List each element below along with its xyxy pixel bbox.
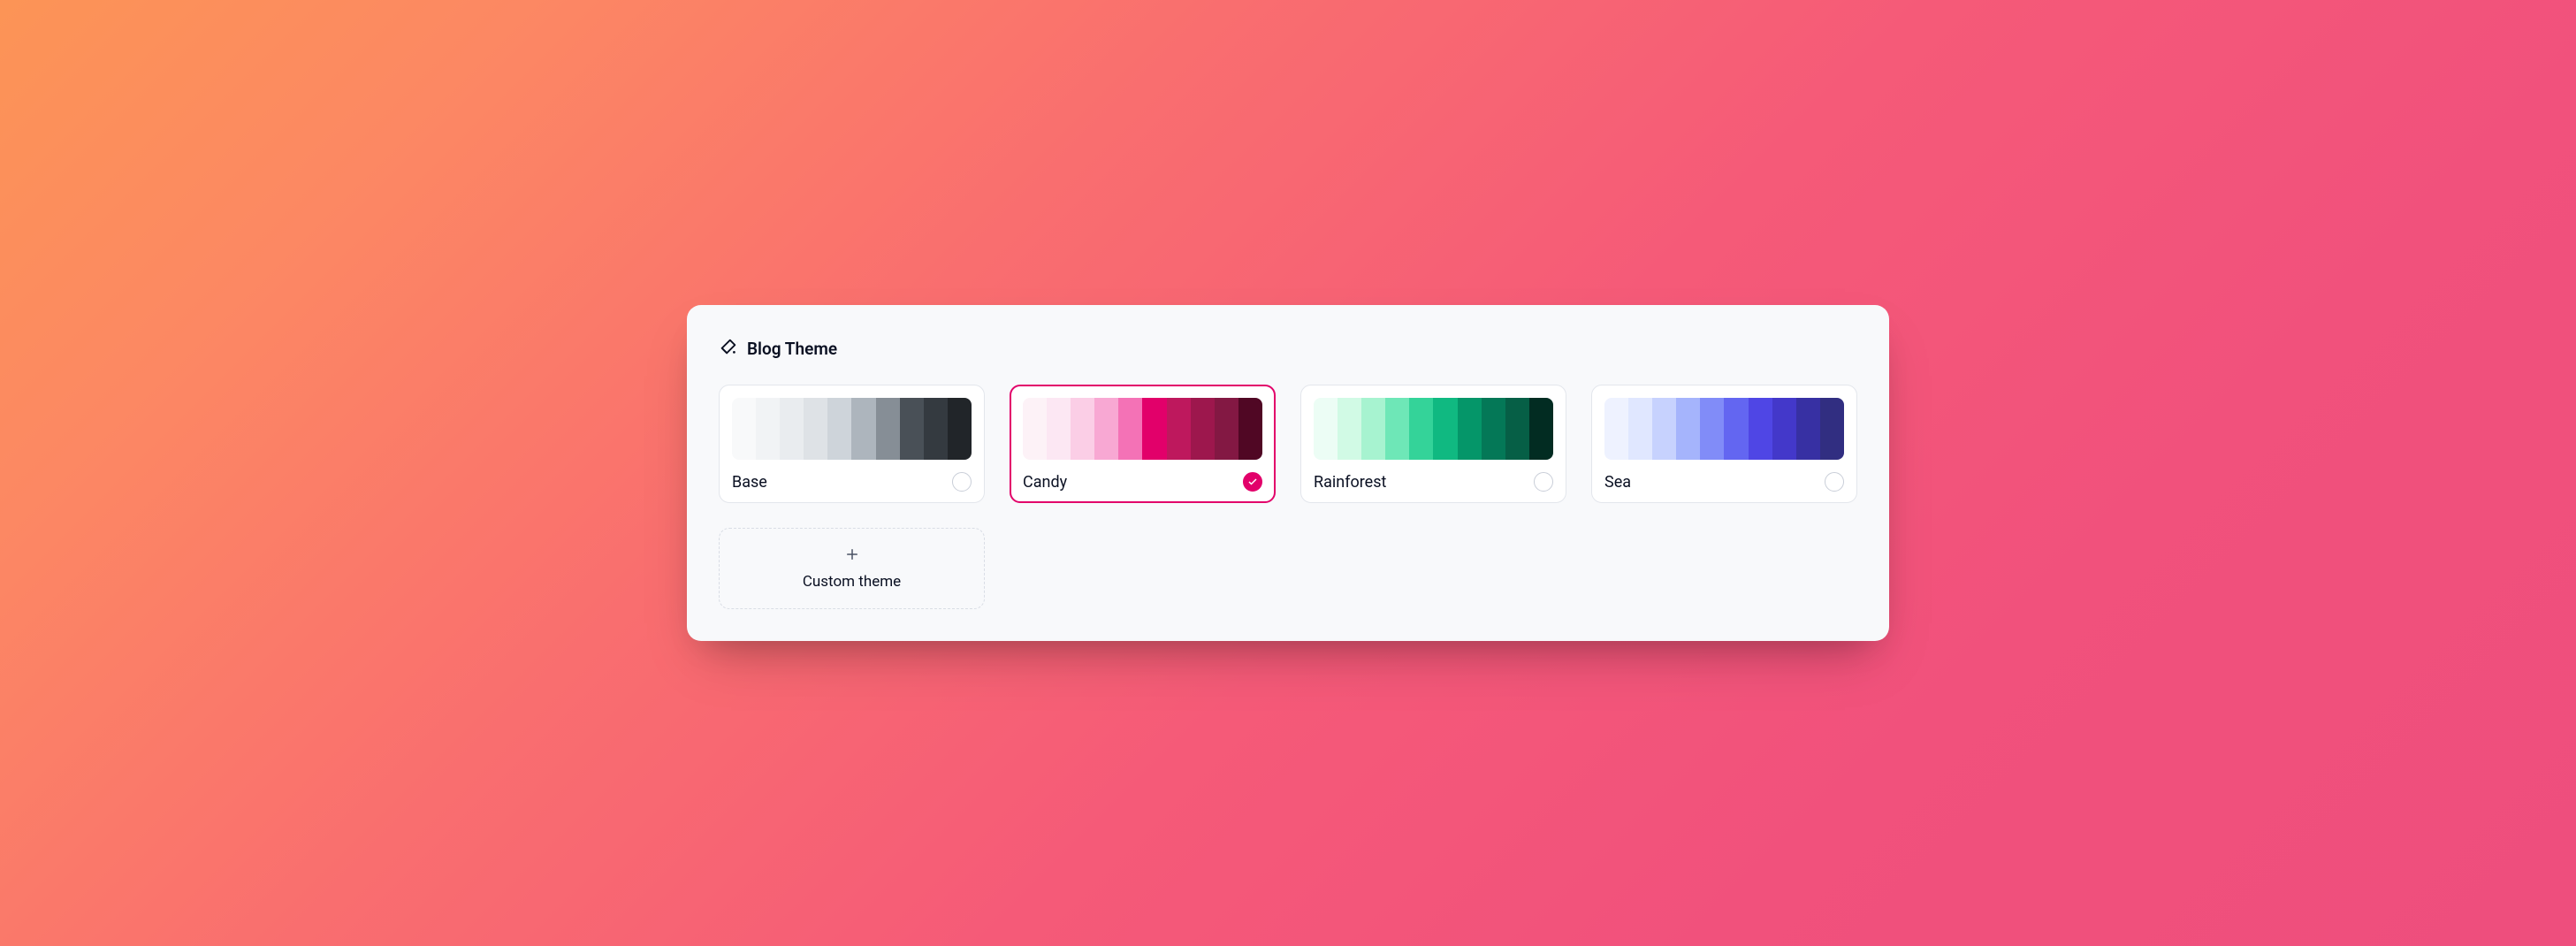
swatch	[756, 398, 780, 460]
swatch	[876, 398, 900, 460]
swatch	[1023, 398, 1047, 460]
swatch	[1047, 398, 1071, 460]
swatch-strip	[1314, 398, 1553, 460]
custom-theme-button[interactable]: Custom theme	[719, 528, 985, 609]
check-icon	[1247, 474, 1258, 491]
swatch	[1338, 398, 1361, 460]
swatch-strip	[732, 398, 972, 460]
swatch	[1604, 398, 1628, 460]
swatch	[1094, 398, 1118, 460]
theme-footer: Base	[732, 472, 972, 492]
theme-radio[interactable]	[1825, 472, 1844, 492]
swatch	[1628, 398, 1652, 460]
swatch	[804, 398, 827, 460]
theme-label: Base	[732, 473, 767, 492]
theme-radio[interactable]	[1534, 472, 1553, 492]
theme-footer: Candy	[1023, 472, 1262, 492]
swatch	[1071, 398, 1094, 460]
theme-label: Rainforest	[1314, 473, 1386, 492]
theme-label: Sea	[1604, 473, 1631, 492]
swatch	[1652, 398, 1676, 460]
theme-card-base[interactable]: Base	[719, 385, 985, 503]
swatch	[948, 398, 972, 460]
swatch	[1361, 398, 1385, 460]
theme-radio[interactable]	[1243, 472, 1262, 492]
swatch	[851, 398, 875, 460]
panel-title: Blog Theme	[747, 339, 837, 359]
theme-radio[interactable]	[952, 472, 972, 492]
panel-header: Blog Theme	[719, 337, 1857, 360]
swatch	[827, 398, 851, 460]
swatch	[1749, 398, 1772, 460]
theme-footer: Sea	[1604, 472, 1844, 492]
swatch	[1118, 398, 1142, 460]
swatch	[1796, 398, 1820, 460]
swatch	[924, 398, 948, 460]
theme-card-rainforest[interactable]: Rainforest	[1300, 385, 1566, 503]
theme-card-candy[interactable]: Candy	[1010, 385, 1276, 503]
theme-selector-panel: Blog Theme Base	[687, 305, 1889, 641]
swatch	[1676, 398, 1700, 460]
swatch-strip	[1023, 398, 1262, 460]
swatch	[1167, 398, 1191, 460]
swatch	[1724, 398, 1748, 460]
theme-footer: Rainforest	[1314, 472, 1553, 492]
plus-icon	[844, 546, 860, 566]
theme-card-sea[interactable]: Sea	[1591, 385, 1857, 503]
swatch-strip	[1604, 398, 1844, 460]
swatch	[1820, 398, 1844, 460]
swatch	[780, 398, 804, 460]
swatch	[1409, 398, 1433, 460]
swatch	[732, 398, 756, 460]
swatch	[1772, 398, 1796, 460]
custom-theme-label: Custom theme	[803, 573, 901, 591]
swatch	[1700, 398, 1724, 460]
swatch	[1142, 398, 1166, 460]
theme-label: Candy	[1023, 473, 1067, 492]
swatch	[1482, 398, 1505, 460]
swatch	[1505, 398, 1529, 460]
swatch	[1529, 398, 1553, 460]
paint-icon	[719, 337, 738, 360]
swatch	[1191, 398, 1215, 460]
swatch	[1458, 398, 1482, 460]
swatch	[1215, 398, 1238, 460]
swatch	[1314, 398, 1338, 460]
swatch	[900, 398, 924, 460]
theme-grid: Base Candy	[719, 385, 1857, 609]
swatch	[1433, 398, 1457, 460]
swatch	[1238, 398, 1262, 460]
swatch	[1385, 398, 1409, 460]
